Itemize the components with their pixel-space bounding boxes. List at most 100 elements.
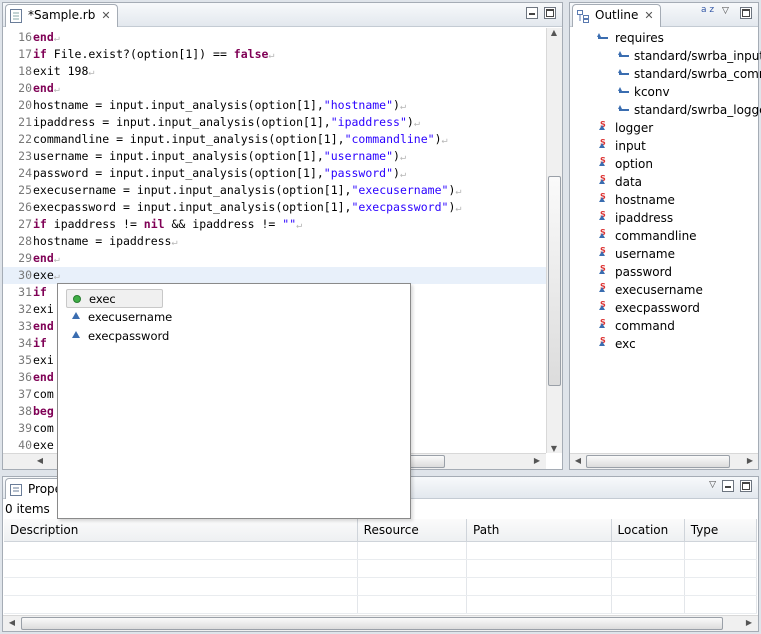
code-token: password = input.input_analysis(option[1… xyxy=(33,166,324,180)
outline-item-label: username xyxy=(615,247,675,261)
code-line[interactable]: 22commandline = input.input_analysis(opt… xyxy=(3,131,546,148)
outline-variable-item[interactable]: Sinput xyxy=(599,137,646,155)
outline-variable-item[interactable]: Sexecusername xyxy=(599,281,703,299)
table-cell xyxy=(684,577,757,596)
code-line[interactable]: 24password = input.input_analysis(option… xyxy=(3,165,546,182)
code-line[interactable]: 29end↵ xyxy=(3,250,546,267)
code-line[interactable]: 23username = input.input_analysis(option… xyxy=(3,148,546,165)
items-count: 0 items xyxy=(5,502,50,516)
code-line[interactable]: 18exit 198↵ xyxy=(3,63,546,80)
content-assist-popup[interactable]: exec execusername execpassword xyxy=(57,283,411,519)
keyword-token: false xyxy=(233,47,269,61)
editor-tab[interactable]: *Sample.rb ✕ xyxy=(5,4,118,27)
code-line[interactable]: 16end↵ xyxy=(3,29,546,46)
line-number: 35 xyxy=(18,353,32,367)
outline-variable-item[interactable]: Sexc xyxy=(599,335,636,353)
code-line[interactable]: 20end↵ xyxy=(3,80,546,97)
scroll-right-arrow-icon[interactable]: ▶ xyxy=(743,456,757,465)
table-cell xyxy=(611,595,685,614)
outline-variable-item[interactable]: Scommandline xyxy=(599,227,697,245)
scroll-down-arrow-icon[interactable]: ▼ xyxy=(547,444,561,453)
require-icon xyxy=(618,69,629,75)
table-row xyxy=(4,541,757,560)
code-line[interactable]: 21ipaddress = input.input_analysis(optio… xyxy=(3,114,546,131)
line-end-marker: ↵ xyxy=(441,135,448,146)
completion-item[interactable]: execusername xyxy=(66,308,216,327)
outline-requires-node[interactable]: requires xyxy=(597,29,664,47)
string-token: "ipaddress" xyxy=(330,115,407,129)
local-variable-icon: S xyxy=(599,170,606,188)
code-line[interactable]: 27if ipaddress != nil && ipaddress != ""… xyxy=(3,216,546,233)
line-end-marker: ↵ xyxy=(455,186,462,197)
outline-require-item[interactable]: standard/swrba_logger xyxy=(618,101,761,119)
outline-tab[interactable]: Outline ✕ xyxy=(572,4,661,27)
string-token: "password" xyxy=(323,166,394,180)
problems-table-wrap: Description Resource Path Location Type xyxy=(4,519,757,614)
line-number: 34 xyxy=(18,336,32,350)
editor-vertical-scrollbar[interactable]: ▲ ▼ xyxy=(546,28,562,453)
outline-variable-item[interactable]: Sipaddress xyxy=(599,209,673,227)
close-icon[interactable]: ✕ xyxy=(101,9,110,22)
outline-item-label: hostname xyxy=(615,193,675,207)
scroll-right-arrow-icon[interactable]: ▶ xyxy=(530,456,544,465)
column-header[interactable]: Resource xyxy=(357,519,468,542)
view-menu-icon[interactable]: ▽ xyxy=(709,480,716,490)
maximize-icon[interactable] xyxy=(740,7,752,19)
outline-variable-item[interactable]: Sdata xyxy=(599,173,642,191)
scroll-left-arrow-icon[interactable]: ◀ xyxy=(5,618,19,627)
outline-require-item[interactable]: standard/swrba_comm xyxy=(618,65,761,83)
outline-variable-item[interactable]: Slogger xyxy=(599,119,653,137)
scroll-left-arrow-icon[interactable]: ◀ xyxy=(33,456,47,465)
scroll-up-arrow-icon[interactable]: ▲ xyxy=(547,28,561,37)
view-menu-icon[interactable]: ▽ xyxy=(722,6,729,16)
code-line[interactable]: 28hostname = ipaddress↵ xyxy=(3,233,546,250)
completion-item[interactable]: exec xyxy=(66,289,163,308)
properties-scroll-thumb[interactable] xyxy=(21,617,723,630)
problems-table: Description Resource Path Location Type xyxy=(4,519,757,614)
outline-variable-item[interactable]: Shostname xyxy=(599,191,675,209)
keyword-token: end xyxy=(33,370,54,384)
outline-variable-item[interactable]: Susername xyxy=(599,245,675,263)
close-icon[interactable]: ✕ xyxy=(644,9,653,22)
code-token: ) xyxy=(406,115,414,129)
keyword-token: end xyxy=(33,81,54,95)
sort-alphabetically-icon[interactable]: a z xyxy=(701,6,715,15)
outline-variable-item[interactable]: Soption xyxy=(599,155,653,173)
column-header[interactable]: Path xyxy=(466,519,612,542)
minimize-icon[interactable] xyxy=(526,7,538,19)
code-line[interactable]: 30exe↵ xyxy=(3,267,546,284)
scroll-left-arrow-icon[interactable]: ◀ xyxy=(571,456,585,465)
column-header[interactable]: Type xyxy=(684,519,757,542)
table-cell xyxy=(684,559,757,578)
outline-item-label: input xyxy=(615,139,646,153)
code-token: File.exist?(option[1]) == xyxy=(46,47,234,61)
outline-scroll-thumb[interactable] xyxy=(586,455,730,468)
line-end-marker: ↵ xyxy=(399,101,407,112)
table-cell xyxy=(357,559,468,578)
editor-window-buttons xyxy=(526,7,556,19)
properties-horizontal-scrollbar[interactable]: ◀ ▶ xyxy=(3,615,758,631)
outline-tree: requires standard/swrba_input standard/swr… xyxy=(570,28,761,453)
code-line[interactable]: 26execpassword = input.input_analysis(op… xyxy=(3,199,546,216)
outline-require-item[interactable]: kconv xyxy=(618,83,670,101)
code-line[interactable]: 20hostname = input.input_analysis(option… xyxy=(3,97,546,114)
completion-item[interactable]: execpassword xyxy=(66,327,216,346)
line-number: 36 xyxy=(18,370,32,384)
outline-horizontal-scrollbar[interactable]: ◀ ▶ xyxy=(570,453,758,469)
outline-variable-item[interactable]: Scommand xyxy=(599,317,675,335)
table-cell xyxy=(466,577,612,596)
vertical-scroll-thumb[interactable] xyxy=(548,176,561,386)
code-line[interactable]: 25execusername = input.input_analysis(op… xyxy=(3,182,546,199)
minimize-icon[interactable] xyxy=(722,480,734,492)
outline-pane: Outline ✕ a z ▽ requires standard/swrba_in… xyxy=(569,2,761,470)
code-line[interactable]: 17if File.exist?(option[1]) == false↵ xyxy=(3,46,546,63)
column-header[interactable]: Location xyxy=(611,519,685,542)
column-header[interactable]: Description xyxy=(4,519,358,542)
outline-variable-item[interactable]: Spassword xyxy=(599,263,672,281)
maximize-icon[interactable] xyxy=(740,480,752,492)
line-number: 37 xyxy=(18,387,32,401)
outline-require-item[interactable]: standard/swrba_input xyxy=(618,47,761,65)
scroll-right-arrow-icon[interactable]: ▶ xyxy=(742,618,756,627)
outline-variable-item[interactable]: Sexecpassword xyxy=(599,299,700,317)
maximize-icon[interactable] xyxy=(544,7,556,19)
